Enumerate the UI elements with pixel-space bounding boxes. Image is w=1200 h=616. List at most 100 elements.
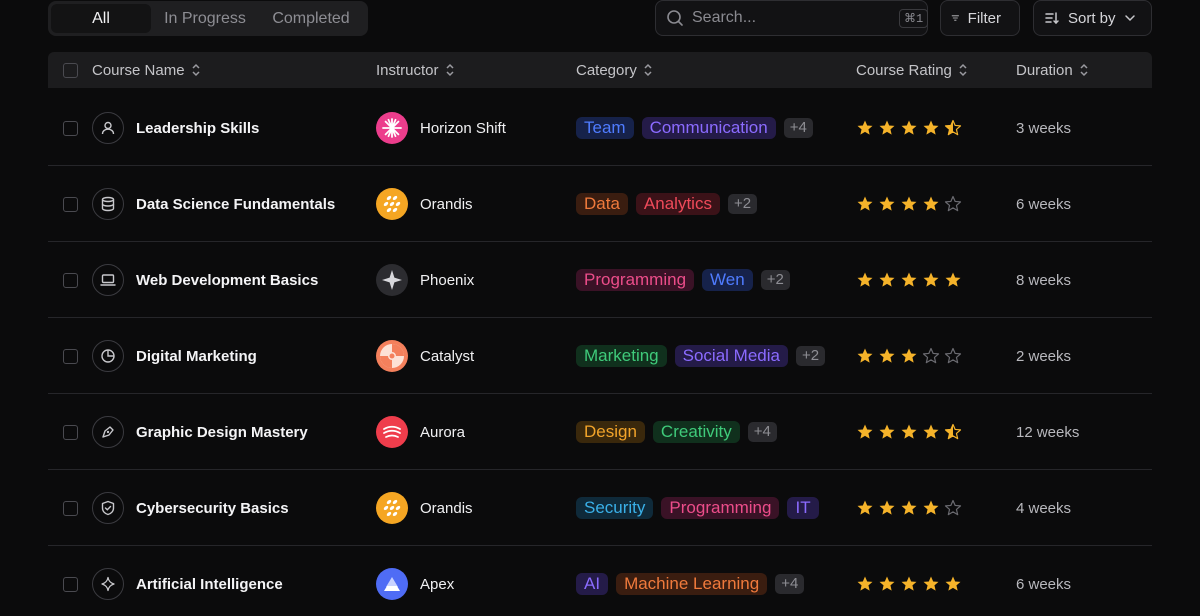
more-categories-badge[interactable]: +2 <box>760 270 790 290</box>
course-name[interactable]: Digital Marketing <box>136 318 257 394</box>
row-checkbox[interactable] <box>63 273 78 288</box>
star-icon <box>900 423 918 441</box>
column-course-rating[interactable]: Course Rating <box>856 52 968 88</box>
more-categories-badge[interactable]: +2 <box>795 346 826 366</box>
sort-arrows-icon <box>445 63 455 77</box>
column-instructor[interactable]: Instructor <box>376 52 455 88</box>
table-header: Course Name Instructor Category Course R… <box>48 52 1152 88</box>
star-icon <box>922 271 940 289</box>
instructor-name: Orandis <box>420 195 473 213</box>
category-tag: Creativity <box>652 421 740 443</box>
star-icon <box>944 119 962 137</box>
category-tag: Design <box>576 421 645 443</box>
star-icon <box>944 271 962 289</box>
category-tag: Data <box>576 193 628 215</box>
table-row[interactable]: Web Development Basics Phoenix Programming… <box>48 242 1152 318</box>
course-rating <box>856 546 962 616</box>
course-rating <box>856 90 962 166</box>
table-row[interactable]: Graphic Design Mastery Aurora Design Creati… <box>48 394 1152 470</box>
tab-in-progress[interactable]: In Progress <box>151 4 259 33</box>
row-checkbox[interactable] <box>63 121 78 136</box>
course-name[interactable]: Cybersecurity Basics <box>136 470 289 546</box>
category-list: Programming Wen +2 <box>576 242 790 318</box>
category-tag: Social Media <box>674 345 788 367</box>
column-label: Instructor <box>376 61 439 79</box>
category-tag: Security <box>576 497 654 519</box>
laptop-icon <box>92 264 124 296</box>
star-icon <box>878 423 896 441</box>
table-row[interactable]: Data Science Fundamentals Orandis Data Anal… <box>48 166 1152 242</box>
sort-button[interactable]: Sort by <box>1033 0 1152 36</box>
course-name[interactable]: Artificial Intelligence <box>136 546 283 616</box>
pie-chart-icon <box>92 340 124 372</box>
category-list: Data Analytics +2 <box>576 166 758 242</box>
course-name[interactable]: Data Science Fundamentals <box>136 166 335 242</box>
row-checkbox[interactable] <box>63 501 78 516</box>
table-row[interactable]: Digital Marketing Catalyst Marketing Social… <box>48 318 1152 394</box>
column-course-name[interactable]: Course Name <box>92 52 201 88</box>
star-icon <box>900 575 918 593</box>
column-label: Duration <box>1016 61 1073 79</box>
sort-arrows-icon <box>191 63 201 77</box>
category-tag: Analytics <box>635 193 720 215</box>
tab-completed[interactable]: Completed <box>259 4 363 33</box>
aurora-logo <box>376 416 408 448</box>
duration: 4 weeks <box>1016 499 1072 517</box>
instructor-name: Phoenix <box>420 271 475 289</box>
star-icon <box>900 119 918 137</box>
row-checkbox[interactable] <box>63 425 78 440</box>
more-categories-badge[interactable]: +2 <box>727 194 758 214</box>
course-rating <box>856 394 962 470</box>
sort-arrows-icon <box>958 63 968 77</box>
star-icon <box>922 195 940 213</box>
column-label: Course Rating <box>856 61 952 79</box>
star-icon <box>856 423 874 441</box>
table-row[interactable]: Leadership Skills Horizon Shift Team Commun… <box>48 90 1152 166</box>
more-categories-badge[interactable]: +4 <box>747 422 777 442</box>
tab-all[interactable]: All <box>51 4 151 33</box>
column-category[interactable]: Category <box>576 52 653 88</box>
category-tag: Communication <box>641 117 776 139</box>
select-all-checkbox[interactable] <box>63 62 78 78</box>
more-categories-badge[interactable]: +4 <box>775 574 805 594</box>
orandis-logo <box>376 492 408 524</box>
star-icon <box>922 347 940 365</box>
filter-icon <box>951 15 959 21</box>
row-checkbox[interactable] <box>63 577 78 592</box>
instructor-name: Horizon Shift <box>420 119 506 137</box>
column-duration[interactable]: Duration <box>1016 52 1089 88</box>
row-checkbox[interactable] <box>63 349 78 364</box>
star-icon <box>922 575 940 593</box>
phoenix-logo <box>376 264 408 296</box>
star-icon <box>900 499 918 517</box>
chevron-down-icon <box>1124 15 1135 22</box>
course-rating <box>856 470 962 546</box>
category-list: AI Machine Learning +4 <box>576 546 805 616</box>
apex-logo <box>376 568 408 600</box>
star-icon <box>856 347 874 365</box>
duration: 12 weeks <box>1016 423 1080 441</box>
star-icon <box>922 423 940 441</box>
shield-icon <box>92 492 124 524</box>
table-row[interactable]: Artificial Intelligence Apex AI Machine Lea… <box>48 546 1152 616</box>
course-name[interactable]: Web Development Basics <box>136 242 318 318</box>
course-name[interactable]: Graphic Design Mastery <box>136 394 308 470</box>
star-icon <box>856 499 874 517</box>
star-icon <box>856 195 874 213</box>
course-name[interactable]: Leadership Skills <box>136 90 259 166</box>
sort-label: Sort by <box>1068 9 1116 27</box>
select-all-cell <box>63 52 78 88</box>
row-checkbox[interactable] <box>63 197 78 212</box>
more-categories-badge[interactable]: +4 <box>783 118 813 138</box>
duration: 2 weeks <box>1016 347 1072 365</box>
filter-button[interactable]: Filter <box>940 0 1020 36</box>
pen-tool-icon <box>92 416 124 448</box>
sort-arrows-icon <box>643 63 653 77</box>
instructor-name: Orandis <box>420 499 473 517</box>
category-tag: IT <box>787 497 819 519</box>
database-icon <box>92 188 124 220</box>
table-row[interactable]: Cybersecurity Basics Orandis Security Progr… <box>48 470 1152 546</box>
star-icon <box>878 347 896 365</box>
search-input[interactable] <box>692 9 899 27</box>
category-tag: Marketing <box>576 345 667 367</box>
